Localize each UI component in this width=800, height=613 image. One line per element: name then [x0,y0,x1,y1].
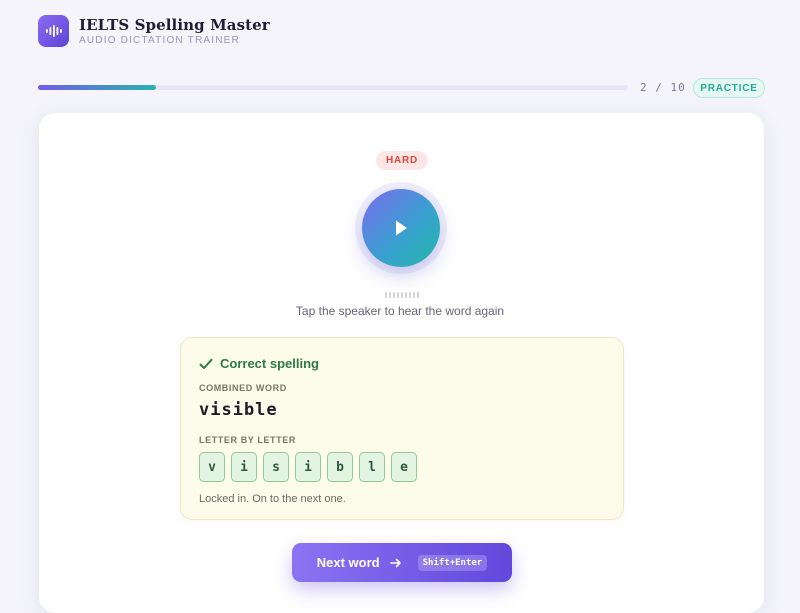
result-note: Locked in. On to the next one. [199,493,346,505]
progress-count: 2 / 10 [640,81,686,94]
audio-waveform-indicator [385,292,419,298]
arrow-right-icon [389,558,401,567]
combined-word: visible [199,400,278,420]
letter-tile: i [231,452,257,482]
letter-by-letter-label: LETTER BY LETTER [199,435,296,445]
letter-tile: b [327,452,353,482]
progress-bar [38,85,628,90]
combined-word-label: COMBINED WORD [199,383,287,393]
mode-badge: PRACTICE [693,78,765,98]
app-subtitle: AUDIO DICTATION TRAINER [79,34,240,46]
next-word-label: Next word [316,555,380,570]
next-word-button[interactable]: Next word Shift+Enter [292,543,512,582]
keyboard-shortcut-hint: Shift+Enter [417,554,488,571]
play-icon [396,220,407,236]
progress-fill [38,85,156,90]
audio-wave-icon [38,15,69,47]
replay-hint: Tap the speaker to hear the word again [295,304,505,318]
letter-tile: s [263,452,289,482]
check-icon [199,358,213,369]
result-panel: Correct spelling COMBINED WORD visible L… [180,337,624,520]
app-title: IELTS Spelling Master [79,15,270,34]
app-header: IELTS Spelling Master AUDIO DICTATION TR… [38,15,270,47]
letter-tiles: visible [199,452,417,482]
result-status: Correct spelling [199,356,319,371]
result-status-label: Correct spelling [220,356,319,371]
letter-tile: l [359,452,385,482]
letter-tile: i [295,452,321,482]
letter-tile: v [199,452,225,482]
play-audio-button[interactable] [362,189,440,267]
letter-tile: e [391,452,417,482]
difficulty-badge: HARD [376,151,428,170]
app-title-block: IELTS Spelling Master AUDIO DICTATION TR… [79,16,270,47]
